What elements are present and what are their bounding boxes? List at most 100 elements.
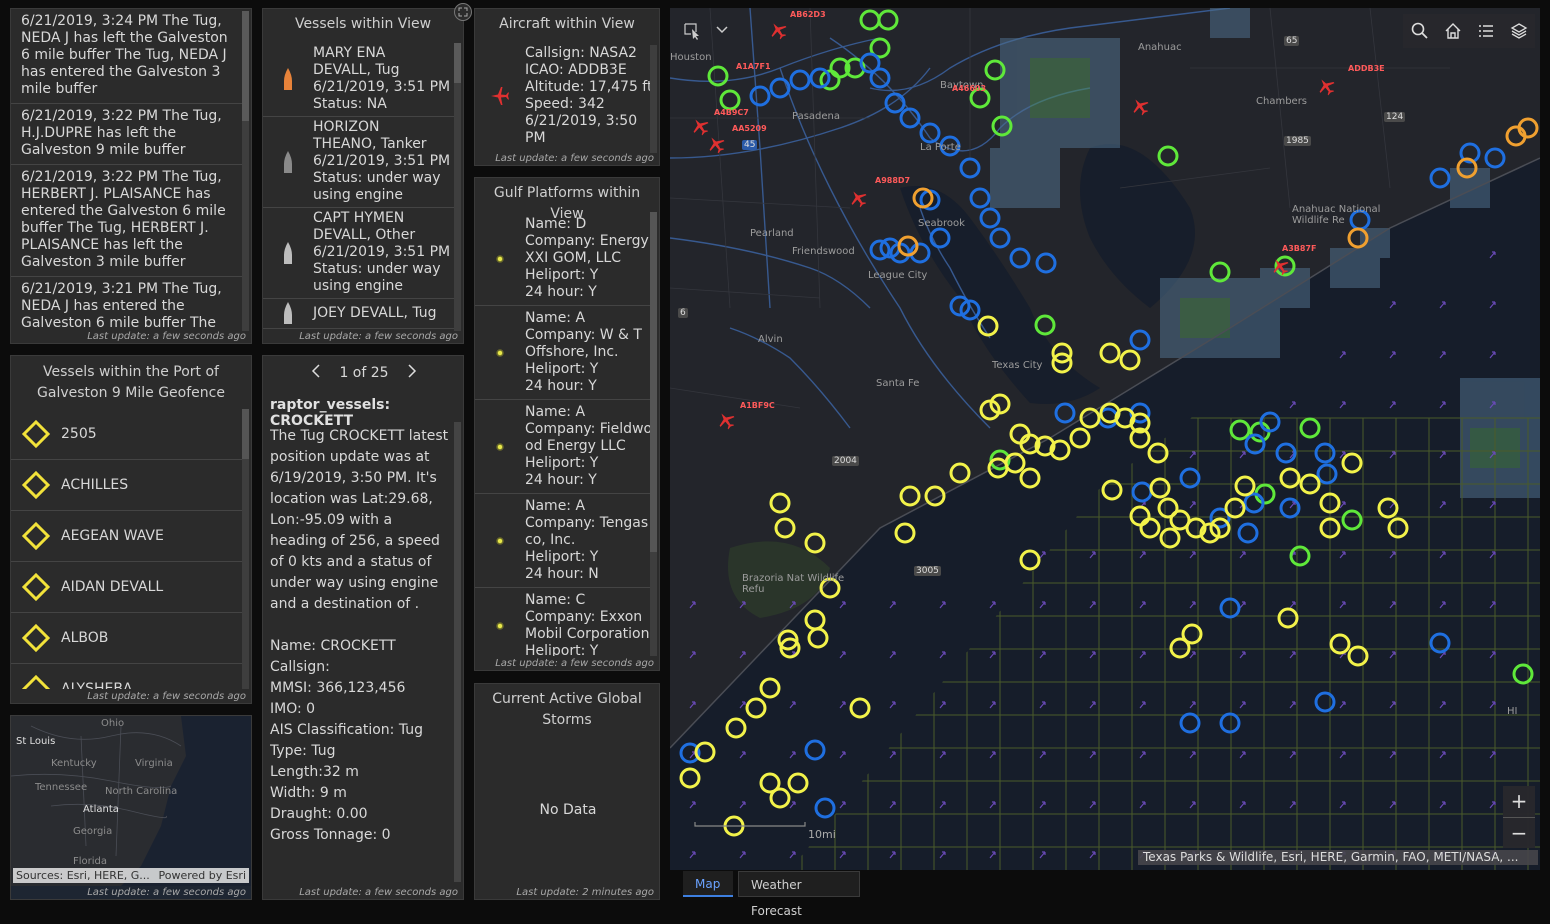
map-canvas[interactable] (670, 8, 1540, 870)
geofence-item[interactable]: ALYSHEBA (11, 664, 244, 689)
platform-dot-icon (475, 442, 525, 452)
vessels-scrollbar-thumb[interactable] (454, 43, 461, 83)
platforms-scrollbar-thumb[interactable] (650, 212, 657, 552)
tab-weather-forecast[interactable]: Weather Forecast (738, 871, 860, 918)
events-scrollbar-thumb[interactable] (242, 11, 249, 121)
search-icon[interactable] (1403, 14, 1436, 48)
zoom-in-button[interactable]: + (1503, 786, 1535, 818)
map-place-label: Seabrook (918, 218, 965, 229)
platform-text: Name: A Company: Tengas co, Inc. Heliport: … (525, 498, 648, 583)
vessel-item[interactable]: JOEY DEVALL, Tug (263, 299, 456, 329)
vessel-line: JOEY DEVALL, Tug (313, 304, 437, 321)
event-item[interactable]: 6/21/2019, 3:21 PM The Tug, NEDA J has e… (11, 277, 244, 329)
overview-label: Virginia (135, 758, 173, 769)
vessel-icon (263, 150, 313, 174)
platforms-list[interactable]: Name: D Company: Energy XXI GOM, LLC Helipo… (475, 212, 653, 656)
airplane-icon (475, 45, 525, 147)
events-list[interactable]: 6/21/2019, 3:24 PM The Tug, NEDA J has l… (11, 9, 244, 329)
events-footer: Last update: a few seconds ago (87, 331, 246, 342)
platform-item[interactable]: Name: D Company: Energy XXI GOM, LLC Helipo… (475, 212, 653, 306)
tab-map[interactable]: Map (683, 871, 733, 897)
platform-item[interactable]: Name: C Company: Exxon Mobil Corporation He… (475, 588, 653, 656)
vessels-view-title: Vessels within View (294, 16, 432, 32)
overview-map-panel[interactable]: Ohio St Louis Kentucky Virginia Tennessee Nor… (10, 715, 252, 900)
main-map[interactable]: Houston Anahuac Baytown Pasadena Chambers La … (670, 8, 1540, 870)
geofence-footer: Last update: a few seconds ago (87, 691, 246, 702)
expand-icon[interactable] (454, 3, 472, 21)
vessel-text: HORIZON THEANO, Tanker 6/21/2019, 3:51 PM S… (313, 119, 450, 204)
home-icon[interactable] (1436, 14, 1469, 48)
vessel-line: Status: NA (313, 96, 387, 112)
pager: 1 of 25 (263, 362, 463, 384)
aircraft-footer: Last update: a few seconds ago (495, 153, 654, 164)
map-place-label: Anahuac National Wildlife Re (1292, 204, 1381, 226)
geofence-item[interactable]: AIDAN DEVALL (11, 562, 244, 613)
vessel-line: using engine (313, 187, 404, 203)
event-item[interactable]: 6/21/2019, 3:22 PM The Tug, H.J.DUPRE ha… (11, 104, 244, 165)
diamond-icon (11, 521, 61, 551)
aircraft-callsign-label: A3B87F (1282, 244, 1317, 253)
platform-item[interactable]: Name: A Company: Tengas co, Inc. Heliport: … (475, 494, 653, 588)
aircraft-item[interactable]: Callsign: NASA2 ICAO: ADDB3E Altitude: 17,… (475, 45, 653, 147)
layers-icon[interactable] (1502, 14, 1535, 48)
detail-field: Length:32 m (270, 764, 359, 780)
storms-panel: Current Active Global Storms No Data Las… (474, 683, 660, 900)
geofence-item[interactable]: 2505 (11, 409, 244, 460)
overview-attribution-text[interactable]: Sources: Esri, HERE, G... (16, 868, 150, 883)
platform-text: Name: C Company: Exxon Mobil Corporation He… (525, 592, 649, 656)
platform-dot-icon (475, 348, 525, 358)
geofence-item[interactable]: ALBOB (11, 613, 244, 664)
scale-label: 10mi (808, 828, 836, 841)
geofence-item-label: ACHILLES (61, 477, 129, 493)
platform-item[interactable]: Name: A Company: Fieldwo od Energy LLC Heli… (475, 400, 653, 494)
zoom-out-button[interactable]: − (1503, 818, 1535, 848)
aircraft-panel: Aircraft within View Callsign: NASA2 ICAO… (474, 8, 660, 166)
platform-dot-icon (475, 621, 525, 631)
map-place-label: HI (1507, 706, 1518, 717)
legend-icon[interactable] (1469, 14, 1502, 48)
geofence-item-label: ALBOB (61, 630, 109, 646)
geofence-item-label: AIDAN DEVALL (61, 579, 164, 595)
platform-line: Name: D (525, 216, 587, 232)
overview-powered-by[interactable]: Powered by Esri (158, 868, 246, 883)
geofence-item[interactable]: ACHILLES (11, 460, 244, 511)
map-attribution[interactable]: Texas Parks & Wildlife, Esri, HERE, Garm… (1138, 850, 1538, 865)
detail-field: MMSI: 366,123,456 (270, 680, 406, 696)
platform-line: Company: W & T (525, 327, 642, 343)
vessels-scrollbar[interactable] (454, 43, 461, 331)
detail-field: Width: 9 m (270, 785, 347, 801)
detail-scrollbar-thumb[interactable] (454, 422, 461, 882)
event-item[interactable]: 6/21/2019, 3:24 PM The Tug, NEDA J has l… (11, 9, 244, 104)
next-arrow-icon[interactable] (407, 364, 417, 382)
vessels-list[interactable]: MARY ENA DEVALL, Tug 6/21/2019, 3:51 PM Sta… (263, 43, 456, 331)
aircraft-scrollbar[interactable] (650, 45, 657, 153)
overview-label: Atlanta (83, 804, 119, 815)
aircraft-line: ICAO: ADDB3E (525, 62, 627, 78)
event-item[interactable]: 6/21/2019, 3:22 PM The Tug, HERBERT J. P… (11, 165, 244, 277)
vessel-item[interactable]: HORIZON THEANO, Tanker 6/21/2019, 3:51 PM S… (263, 117, 456, 208)
map-place-label: Friendswood (792, 246, 855, 257)
select-tool-icon[interactable] (676, 14, 708, 46)
map-place-label: Texas City (992, 360, 1043, 371)
platform-item[interactable]: Name: A Company: W & T Offshore, Inc. Helip… (475, 306, 653, 400)
vessel-line: DEVALL, Tug (313, 62, 400, 78)
geofence-item[interactable]: AEGEAN WAVE (11, 511, 244, 562)
vessel-item[interactable]: MARY ENA DEVALL, Tug 6/21/2019, 3:51 PM Sta… (263, 43, 456, 117)
geofence-scrollbar-thumb[interactable] (242, 409, 249, 459)
geofence-list[interactable]: 2505 ACHILLES AEGEAN WAVE AIDAN DEVALL ALBOB… (11, 409, 244, 689)
platform-line: Name: A (525, 310, 586, 326)
aircraft-line: PM (525, 130, 546, 146)
platform-text: Name: D Company: Energy XXI GOM, LLC Helipo… (525, 216, 649, 301)
map-place-label: Pearland (750, 228, 794, 239)
vessel-item[interactable]: CAPT HYMEN DEVALL, Other 6/21/2019, 3:51 P… (263, 208, 456, 299)
detail-field: AIS Classification: Tug (270, 722, 424, 738)
aircraft-callsign-label: A46603 (952, 84, 987, 93)
previous-arrow-icon[interactable] (311, 364, 321, 382)
map-place-label: Houston (670, 52, 712, 63)
map-place-label: Brazoria Nat Wildlife Refu (742, 573, 845, 595)
vessel-text: JOEY DEVALL, Tug (313, 305, 437, 322)
chevron-down-icon[interactable] (706, 14, 738, 46)
map-place-label: Alvin (758, 334, 783, 345)
zoom-controls: + − (1503, 786, 1535, 848)
platform-line: Company: Exxon (525, 609, 643, 625)
